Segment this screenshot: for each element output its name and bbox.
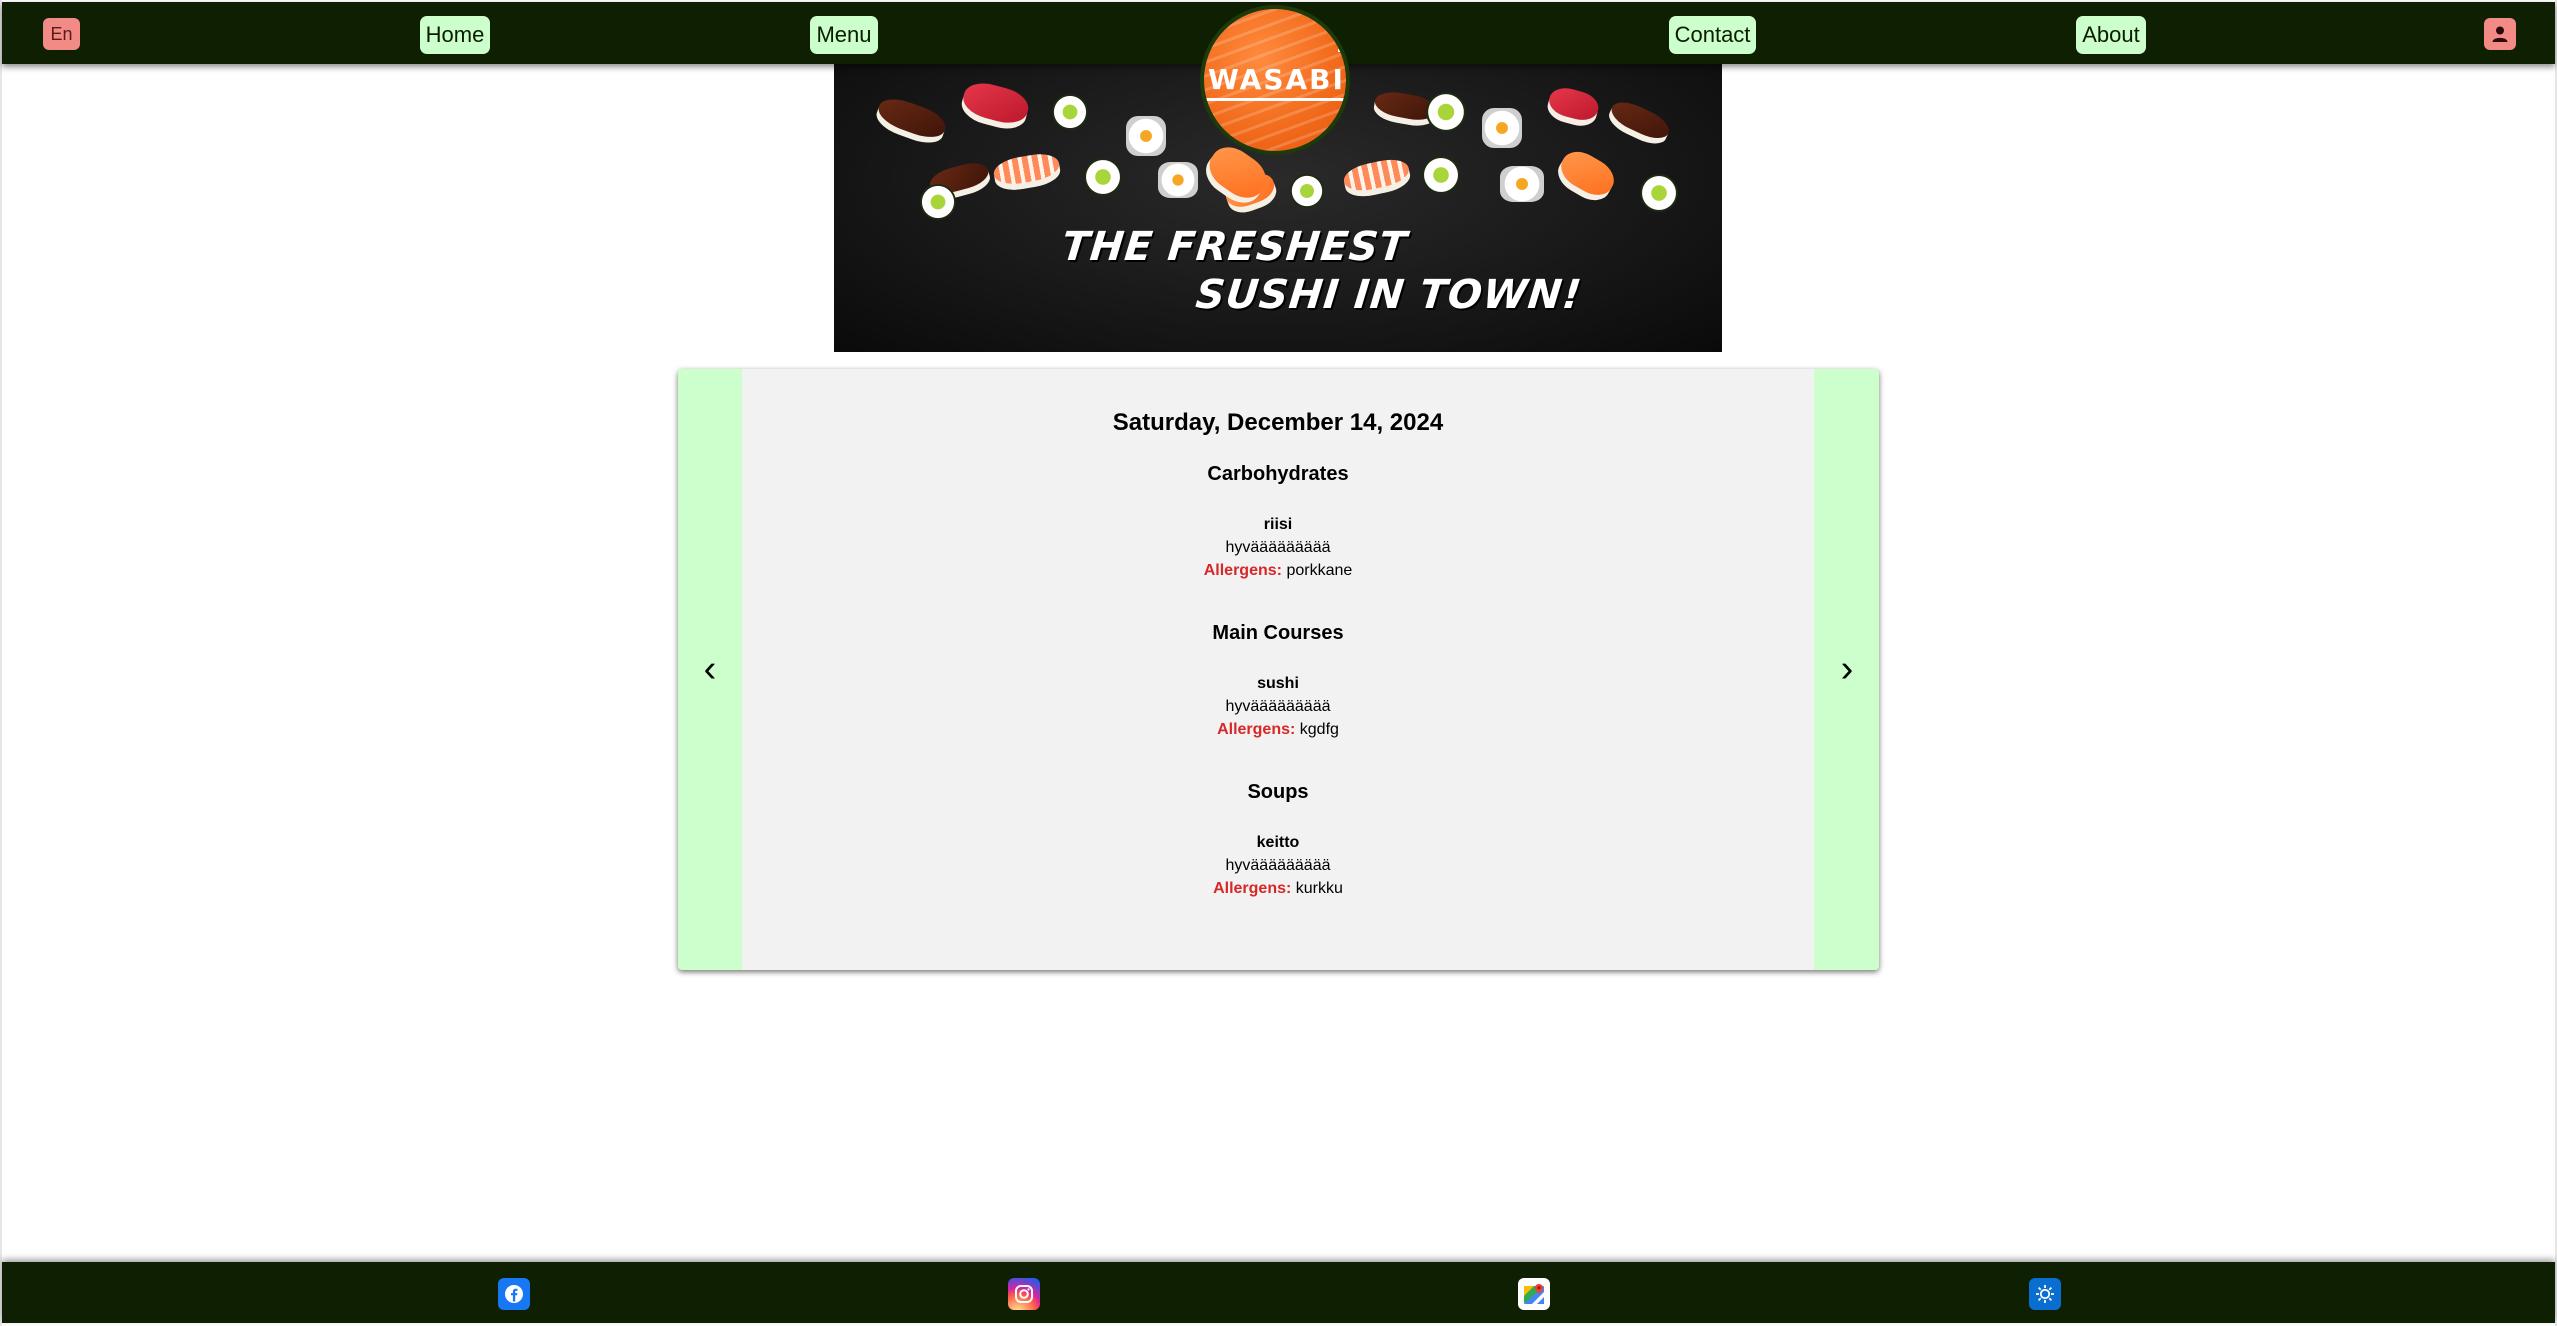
daily-menu-carousel: ‹ Saturday, December 14, 2024 Carbohydra…	[678, 369, 1879, 970]
instagram-icon	[1015, 1285, 1033, 1303]
next-day-button[interactable]: ›	[1827, 639, 1867, 699]
previous-day-button[interactable]: ‹	[690, 639, 730, 699]
nav-menu-button[interactable]: Menu	[810, 16, 878, 54]
sushi-eel-nigiri	[1604, 96, 1674, 150]
sushi-eel-nigiri	[872, 93, 950, 149]
allergens-value: kurkku	[1295, 880, 1343, 897]
sushi-roll	[1126, 116, 1166, 156]
dish-allergens: Allergens: kgdfg	[742, 718, 1814, 741]
allergens-label: Allergens:	[1203, 562, 1282, 579]
sushi-maki	[1640, 174, 1678, 212]
wasabi-logo[interactable]: WASABI	[1200, 5, 1350, 155]
dish-description: hyväääääääää	[1225, 698, 1331, 715]
menu-date: Saturday, December 14, 2024	[1112, 409, 1444, 436]
google-maps-link[interactable]	[1518, 1278, 1550, 1310]
nav-contact-button[interactable]: Contact	[1669, 16, 1756, 54]
sushi-roll	[1482, 108, 1522, 148]
dish-description: hyväääääääää	[1225, 857, 1331, 874]
allergens-value: porkkane	[1286, 562, 1353, 579]
category-title: Soups	[1247, 781, 1309, 803]
hero-tagline-line1: THE FRESHEST	[1059, 224, 1410, 270]
dish-item: riisi hyväääääääää Allergens: porkkane	[742, 513, 1814, 582]
menu-category: Main Courses sushi hyväääääääää Allergen…	[742, 622, 1814, 741]
dish-item: keitto hyväääääääää Allergens: kurkku	[742, 831, 1814, 900]
settings-icon	[2036, 1285, 2054, 1303]
nav-home-button[interactable]: Home	[420, 16, 490, 54]
sushi-tuna-nigiri	[1544, 84, 1602, 130]
user-icon	[2492, 26, 2508, 42]
sushi-maki	[1052, 94, 1088, 130]
allergens-label: Allergens:	[1217, 721, 1296, 738]
category-title: Main Courses	[1212, 622, 1344, 644]
dish-name: keitto	[1256, 834, 1300, 851]
dish-name: sushi	[1257, 675, 1299, 692]
sushi-maki	[1422, 156, 1460, 194]
sushi-shrimp-nigiri	[1341, 155, 1413, 201]
user-account-button[interactable]	[2484, 18, 2516, 50]
sushi-roll	[1158, 162, 1198, 198]
menu-category: Soups keitto hyväääääääää Allergens: kur…	[742, 781, 1814, 900]
facebook-link[interactable]	[498, 1278, 530, 1310]
dish-allergens: Allergens: porkkane	[742, 559, 1814, 582]
logo-text: WASABI	[1204, 49, 1346, 101]
hero-tagline-line2: SUSHI IN TOWN!	[1193, 272, 1585, 318]
sushi-salmon-nigiri	[1551, 144, 1621, 208]
menu-content: Saturday, December 14, 2024 Carbohydrate…	[742, 409, 1814, 900]
sushi-maki	[1290, 174, 1324, 208]
category-title: Carbohydrates	[1207, 463, 1349, 485]
sushi-maki	[1426, 92, 1466, 132]
dish-item: sushi hyväääääääää Allergens: kgdfg	[742, 672, 1814, 741]
dish-allergens: Allergens: kurkku	[742, 877, 1814, 900]
menu-card: Saturday, December 14, 2024 Carbohydrate…	[742, 369, 1814, 970]
instagram-link[interactable]	[1008, 1278, 1040, 1310]
sushi-shrimp-nigiri	[991, 150, 1063, 194]
nav-about-button[interactable]: About	[2076, 16, 2146, 54]
dish-name: riisi	[1263, 516, 1293, 533]
facebook-icon	[505, 1285, 523, 1303]
sushi-maki	[920, 184, 956, 220]
google-maps-icon	[1524, 1284, 1544, 1304]
sushi-tuna-nigiri	[957, 78, 1033, 134]
settings-link[interactable]	[2029, 1278, 2061, 1310]
allergens-value: kgdfg	[1299, 721, 1339, 738]
dish-description: hyväääääääää	[1225, 539, 1331, 556]
sushi-maki	[1084, 158, 1122, 196]
footer-bar	[2, 1262, 2555, 1323]
sushi-roll	[1500, 166, 1544, 202]
menu-category: Carbohydrates riisi hyväääääääää Allerge…	[742, 463, 1814, 582]
allergens-label: Allergens:	[1213, 880, 1292, 897]
language-button[interactable]: En	[43, 18, 80, 50]
